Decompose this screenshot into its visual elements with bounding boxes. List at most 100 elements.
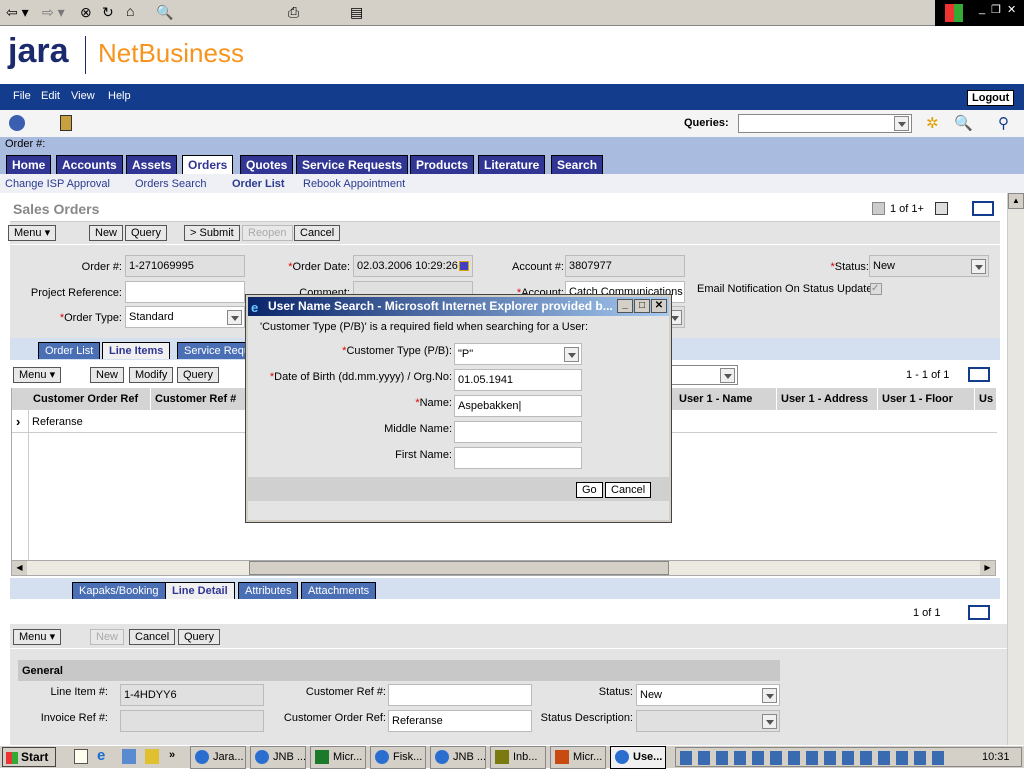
name-input[interactable]: Aspebakken| [454,395,582,417]
dialog-cancel-button[interactable]: Cancel [605,482,652,498]
binoculars-icon[interactable]: ⚲ [998,114,1009,132]
project-ref-input[interactable] [125,281,245,303]
form-menu-button[interactable]: Menu ▾ [8,225,57,241]
tab-service-requests[interactable]: Service Requests [296,155,409,174]
stop-icon[interactable]: ⊗ [80,4,92,21]
restore-icon[interactable]: ❐ [991,3,1001,16]
order-date-field[interactable]: 02.03.2006 10:29:26 [353,255,473,277]
customer-type-select[interactable]: "P" [454,343,582,365]
dialog-titlebar[interactable]: e User Name Search - Microsoft Internet … [248,297,669,316]
next-page-icon[interactable] [935,202,948,215]
form-cancel-button[interactable]: Cancel [294,225,341,241]
tab-literature[interactable]: Literature [478,155,546,174]
menu-help[interactable]: Help [108,90,131,102]
tab-attachments[interactable]: Attachments [301,582,377,599]
tray-icons[interactable] [680,751,950,765]
tab-line-items[interactable]: Line Items [102,342,171,359]
list-modify-button[interactable]: Modify [129,367,174,383]
quicklaunch-outlook-icon[interactable] [122,749,136,764]
tab-assets[interactable]: Assets [126,155,178,174]
scroll-right-icon[interactable]: ▶ [980,561,995,575]
tab-products[interactable]: Products [410,155,475,174]
forward-icon[interactable]: ⇨ ▾ [42,4,65,21]
horizontal-scrollbar[interactable]: ◀ ▶ [11,560,996,576]
list-layout-icon[interactable] [968,367,990,382]
task-powerpoint[interactable]: Micr... [550,746,606,769]
detail-layout-icon[interactable] [968,605,990,620]
first-name-input[interactable] [454,447,582,469]
quicklaunch-more-icon[interactable]: » [169,749,175,761]
list-new-button[interactable]: New [90,367,125,383]
new-query-icon[interactable]: ✲ [926,114,939,132]
menu-edit[interactable]: Edit [41,90,60,102]
list-query-button[interactable]: Query [177,367,219,383]
tab-quotes[interactable]: Quotes [240,155,294,174]
subnav-order-list[interactable]: Order List [232,178,285,190]
vertical-scrollbar[interactable]: ▲ [1007,193,1024,745]
col-us[interactable]: Us [975,388,997,410]
search-icon[interactable]: 🔍 [156,4,173,21]
task-fisk[interactable]: Fisk... [370,746,426,769]
layout-icon[interactable] [972,201,994,216]
back-icon[interactable]: ⇦ ▾ [6,4,29,21]
logout-button[interactable]: Logout [967,90,1015,106]
col-user1-address[interactable]: User 1 - Address [777,388,878,410]
task-jara[interactable]: Jara... [190,746,246,769]
list-menu-button[interactable]: Menu ▾ [13,367,62,383]
task-excel[interactable]: Micr... [310,746,366,769]
col-user1-name[interactable]: User 1 - Name [675,388,777,410]
close-icon[interactable]: ✕ [1007,3,1016,16]
cell-customer-order-ref[interactable]: Referanse [32,416,83,428]
minimize-icon[interactable]: _ [979,3,985,15]
scroll-up-icon[interactable]: ▲ [1008,193,1024,209]
tab-accounts[interactable]: Accounts [56,155,123,174]
status-desc-select[interactable] [636,710,780,732]
menu-view[interactable]: View [71,90,95,102]
form-query-button[interactable]: Query [125,225,167,241]
dialog-close-button[interactable]: ✕ [651,299,667,313]
globe-icon[interactable] [9,115,25,131]
home-icon[interactable]: ⌂ [126,3,134,19]
tab-orders[interactable]: Orders [182,155,234,174]
queries-select[interactable] [738,114,912,133]
detail-new-button[interactable]: New [90,629,125,645]
list-select[interactable] [660,365,738,385]
submit-button[interactable]: > Submit [184,225,240,241]
refresh-icon[interactable]: ↻ [102,4,114,21]
cust-order-ref-input[interactable]: Referanse [388,710,532,732]
detail-query-button[interactable]: Query [178,629,220,645]
order-type-select[interactable]: Standard [125,306,245,328]
detail-cancel-button[interactable]: Cancel [129,629,176,645]
detail-menu-button[interactable]: Menu ▾ [13,629,62,645]
status-select[interactable]: New [869,255,989,277]
task-jnb-2[interactable]: JNB ... [430,746,486,769]
subnav-orders-search[interactable]: Orders Search [135,178,207,190]
quicklaunch-app-icon[interactable] [145,749,159,764]
edit-icon[interactable]: ▤ [350,4,363,21]
reopen-button[interactable]: Reopen [242,225,293,241]
col-customer-ref[interactable]: Customer Ref # [151,388,251,410]
subnav-change-isp-approval[interactable]: Change ISP Approval [5,178,110,190]
start-button[interactable]: Start [2,747,56,767]
prev-page-icon[interactable] [872,202,885,215]
tab-attributes[interactable]: Attributes [238,582,299,599]
print-icon[interactable]: ⎙ [288,4,299,21]
calendar-icon[interactable] [459,261,469,271]
menu-file[interactable]: File [13,90,31,102]
form-new-button[interactable]: New [89,225,124,241]
task-inbox[interactable]: Inb... [490,746,546,769]
col-user1-floor[interactable]: User 1 - Floor [878,388,975,410]
detail-status-select[interactable]: New [636,684,780,706]
middle-name-input[interactable] [454,421,582,443]
dialog-maximize-button[interactable]: □ [634,299,650,313]
dob-input[interactable]: 01.05.1941 [454,369,582,391]
col-customer-order-ref[interactable]: Customer Order Ref [29,388,151,410]
quicklaunch-notepad-icon[interactable] [74,749,88,764]
tab-home[interactable]: Home [6,155,52,174]
go-button[interactable]: Go [576,482,603,498]
run-query-icon[interactable]: 🔍 [954,114,973,132]
tab-line-detail[interactable]: Line Detail [165,582,235,599]
quicklaunch-ie-icon[interactable]: e [97,747,105,764]
scroll-thumb[interactable] [249,561,669,575]
notes-icon[interactable] [60,115,72,131]
